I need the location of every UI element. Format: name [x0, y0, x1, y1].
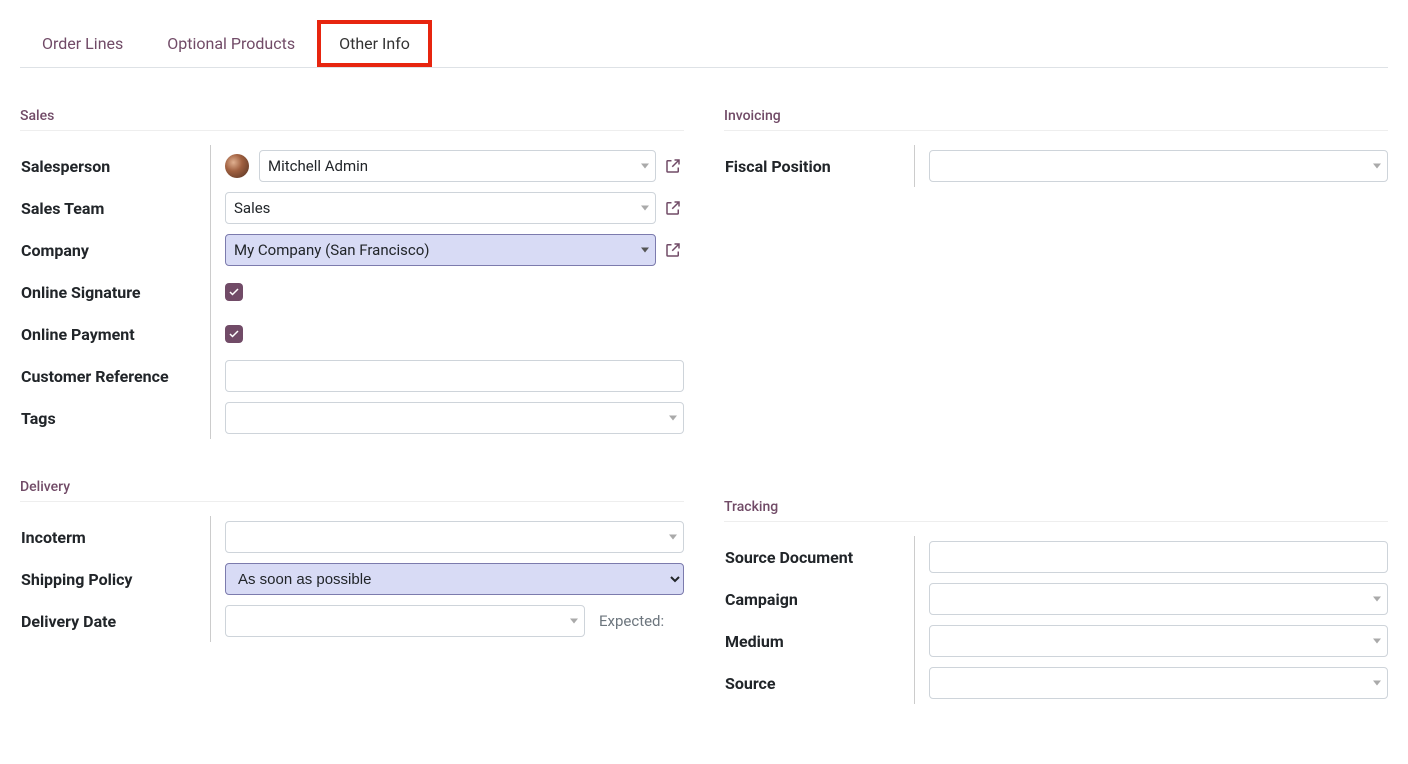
shipping-policy-select[interactable]: As soon as possible — [225, 563, 684, 595]
chevron-down-icon — [1373, 639, 1381, 644]
section-title-sales: Sales — [20, 108, 684, 131]
section-invoicing: Invoicing Fiscal Position — [724, 108, 1388, 187]
external-link-icon[interactable] — [662, 155, 684, 177]
tab-order-lines[interactable]: Order Lines — [20, 20, 145, 67]
salesperson-input[interactable]: Mitchell Admin — [259, 150, 656, 182]
external-link-icon[interactable] — [662, 197, 684, 219]
external-link-icon[interactable] — [662, 239, 684, 261]
label-incoterm: Incoterm — [21, 528, 211, 547]
medium-input[interactable] — [929, 625, 1388, 657]
section-delivery: Delivery Incoterm Shipping Policy — [20, 479, 684, 642]
chevron-down-icon — [1373, 681, 1381, 686]
label-medium: Medium — [725, 632, 915, 651]
chevron-down-icon — [1373, 164, 1381, 169]
chevron-down-icon — [641, 206, 649, 211]
source-document-input[interactable] — [929, 541, 1388, 573]
company-input[interactable]: My Company (San Francisco) — [225, 234, 656, 266]
incoterm-input[interactable] — [225, 521, 684, 553]
label-company: Company — [21, 241, 211, 260]
section-sales: Sales Salesperson Mitchell Admin — [20, 108, 684, 439]
online-payment-checkbox[interactable] — [225, 325, 243, 343]
label-online-payment: Online Payment — [21, 325, 211, 344]
chevron-down-icon — [641, 164, 649, 169]
label-campaign: Campaign — [725, 590, 915, 609]
chevron-down-icon — [1373, 597, 1381, 602]
chevron-down-icon — [570, 619, 578, 624]
section-title-delivery: Delivery — [20, 479, 684, 502]
label-salesperson: Salesperson — [21, 157, 211, 176]
tags-input[interactable] — [225, 402, 684, 434]
section-title-invoicing: Invoicing — [724, 108, 1388, 131]
chevron-down-icon — [669, 416, 677, 421]
label-tags: Tags — [21, 409, 211, 428]
avatar — [225, 154, 249, 178]
tab-optional-products[interactable]: Optional Products — [145, 20, 317, 67]
tab-bar: Order Lines Optional Products Other Info — [20, 20, 1388, 68]
delivery-date-input[interactable] — [225, 605, 585, 637]
tab-other-info[interactable]: Other Info — [317, 20, 432, 67]
chevron-down-icon — [669, 535, 677, 540]
expected-label: Expected: — [599, 612, 664, 630]
label-delivery-date: Delivery Date — [21, 612, 211, 631]
label-online-signature: Online Signature — [21, 283, 211, 302]
campaign-input[interactable] — [929, 583, 1388, 615]
label-source: Source — [725, 674, 915, 693]
section-title-tracking: Tracking — [724, 499, 1388, 522]
chevron-down-icon — [641, 248, 649, 253]
fiscal-position-input[interactable] — [929, 150, 1388, 182]
sales-team-input[interactable]: Sales — [225, 192, 656, 224]
section-tracking: Tracking Source Document Campaign — [724, 499, 1388, 704]
source-input[interactable] — [929, 667, 1388, 699]
online-signature-checkbox[interactable] — [225, 283, 243, 301]
label-fiscal-position: Fiscal Position — [725, 157, 915, 176]
customer-reference-input[interactable] — [225, 360, 684, 392]
label-source-document: Source Document — [725, 548, 915, 567]
label-sales-team: Sales Team — [21, 199, 211, 218]
label-customer-reference: Customer Reference — [21, 367, 211, 386]
label-shipping-policy: Shipping Policy — [21, 570, 211, 589]
